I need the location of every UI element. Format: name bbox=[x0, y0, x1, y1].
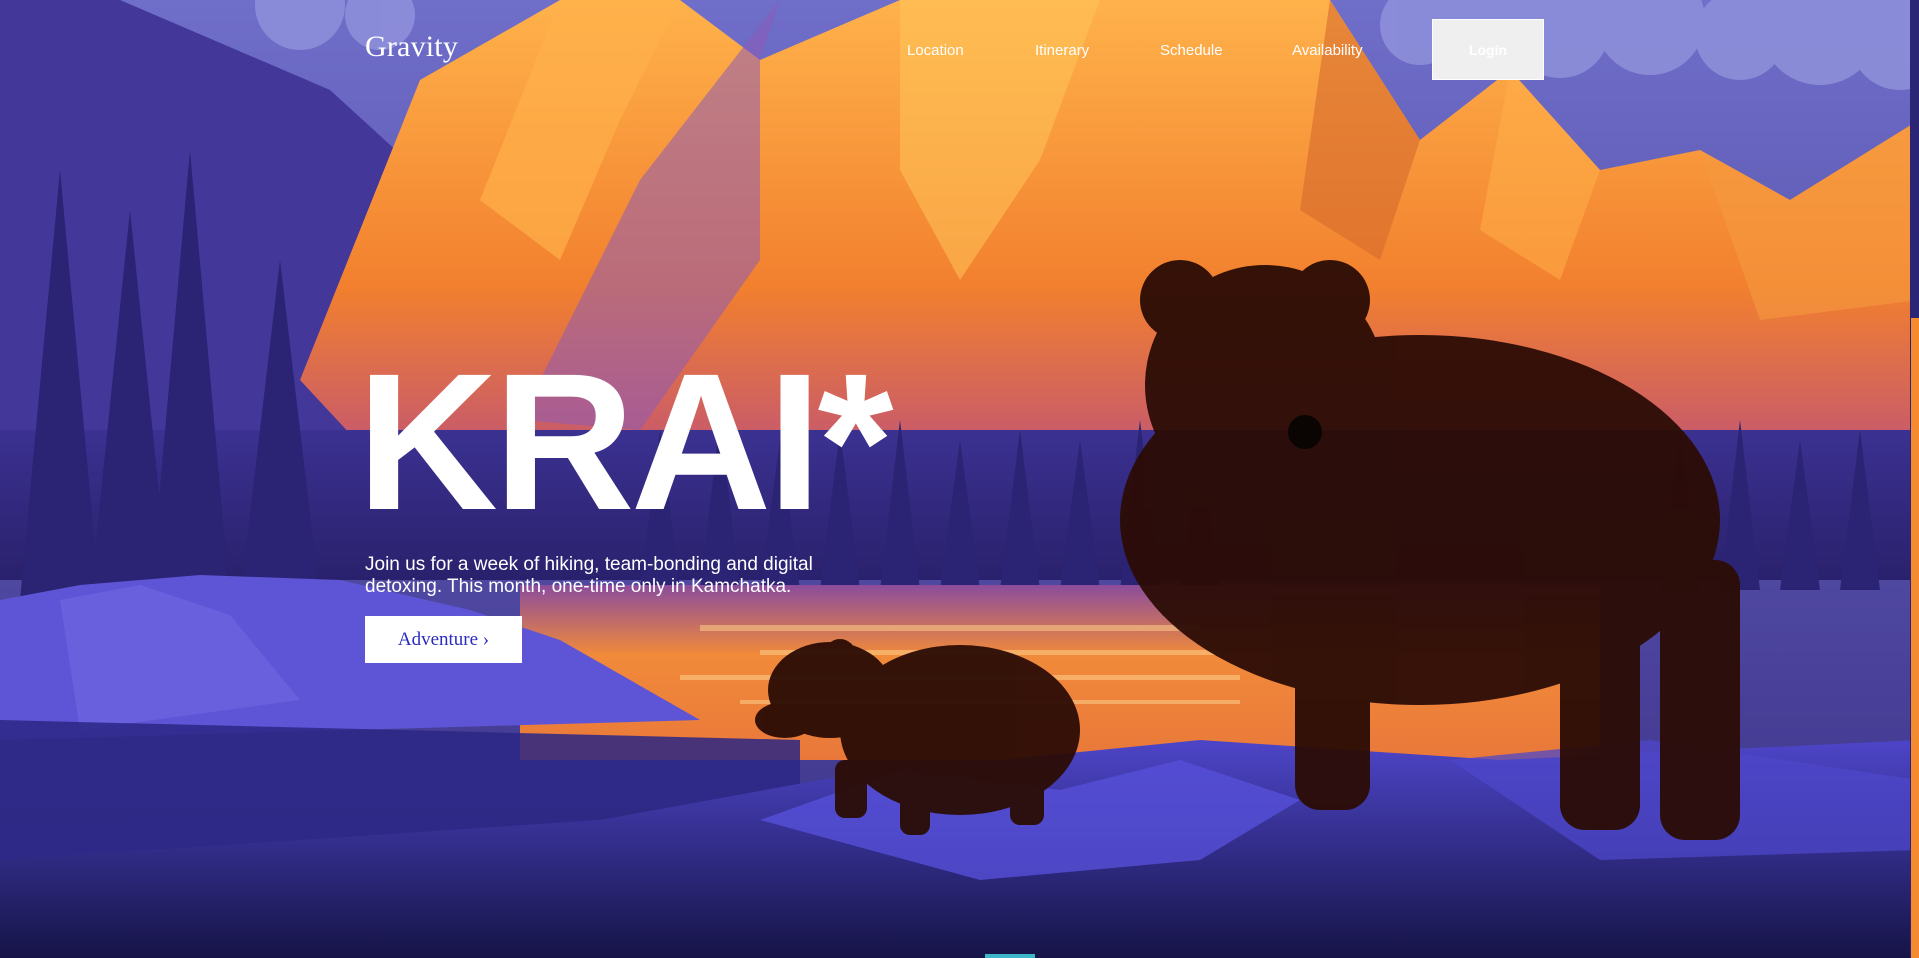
bottom-tab-indicator bbox=[985, 954, 1035, 958]
top-navigation: Gravity Location Itinerary Schedule Avai… bbox=[0, 0, 1919, 100]
hero-title: KRAI* bbox=[357, 333, 894, 551]
nav-link-availability[interactable]: Availability bbox=[1292, 42, 1412, 62]
login-button[interactable]: Login bbox=[1432, 19, 1544, 80]
page: Gravity Location Itinerary Schedule Avai… bbox=[0, 0, 1919, 958]
adventure-button[interactable]: Adventure › bbox=[365, 616, 522, 663]
nav-link-itinerary[interactable]: Itinerary bbox=[1035, 42, 1160, 62]
hero-illustration bbox=[0, 0, 1919, 958]
brand-logo[interactable]: Gravity bbox=[365, 30, 458, 64]
nav-link-schedule[interactable]: Schedule bbox=[1160, 42, 1292, 62]
scrollbar-thumb[interactable] bbox=[1911, 318, 1919, 958]
nav-link-location[interactable]: Location bbox=[907, 42, 1035, 62]
hero-subtitle: Join us for a week of hiking, team-bondi… bbox=[365, 554, 813, 597]
main-menu: Location Itinerary Schedule Availability bbox=[907, 42, 1412, 62]
